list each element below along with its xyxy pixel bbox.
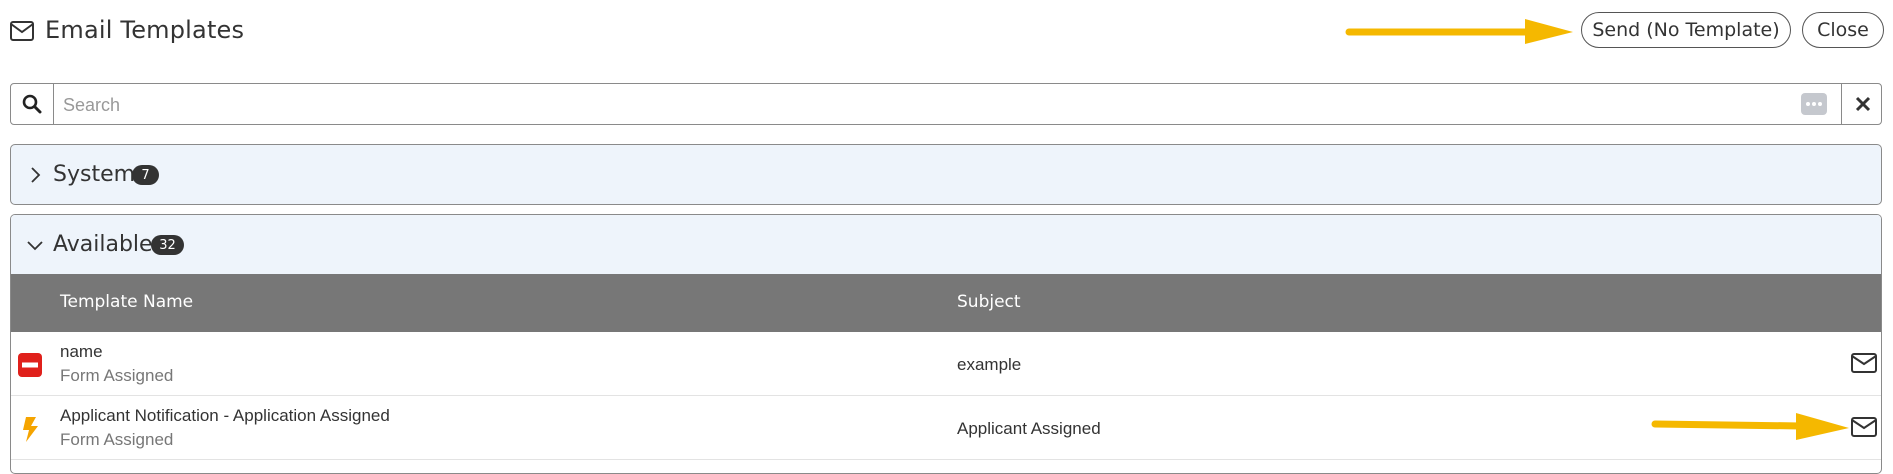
search-input[interactable]: [61, 84, 1795, 126]
section-available: Available 32 Template Name Subject name …: [10, 214, 1882, 474]
template-subject: example: [957, 355, 1022, 374]
send-no-template-button[interactable]: Send (No Template): [1581, 12, 1791, 48]
disabled-minus-icon: [18, 353, 42, 377]
template-name[interactable]: Applicant Notification - Application Ass…: [60, 406, 390, 426]
search-button[interactable]: [11, 84, 54, 124]
search-icon: [22, 94, 42, 114]
send-email-icon[interactable]: [1851, 417, 1877, 437]
page-title: Email Templates: [45, 16, 245, 44]
annotation-arrow-row: [1651, 413, 1849, 440]
more-options-button[interactable]: [1801, 93, 1827, 115]
template-name[interactable]: name: [60, 342, 103, 362]
section-header[interactable]: Available 32: [11, 215, 1881, 274]
table-row[interactable]: Applicant Notification - Application Ass…: [11, 396, 1881, 460]
section-label: System: [53, 162, 136, 187]
table-row[interactable]: name Form Assigned example: [11, 332, 1881, 396]
table-header: Template Name Subject: [11, 274, 1881, 332]
template-category: Form Assigned: [60, 430, 174, 449]
close-button[interactable]: Close: [1802, 12, 1884, 48]
count-badge: 32: [151, 235, 184, 255]
envelope-icon: [10, 21, 34, 41]
template-subject: Applicant Assigned: [957, 419, 1101, 438]
count-badge: 7: [132, 165, 159, 185]
annotation-arrow-top: [1345, 19, 1573, 44]
lightning-bolt-icon: [23, 417, 38, 442]
dialog-header: Email Templates Send (No Template) Close: [0, 0, 1893, 64]
section-label: Available: [53, 232, 153, 257]
search-bar: [10, 83, 1884, 126]
column-header-subject[interactable]: Subject: [957, 292, 1021, 312]
column-header-template-name[interactable]: Template Name: [60, 292, 193, 312]
clear-search-button[interactable]: [1841, 84, 1884, 124]
close-icon: [1855, 96, 1871, 112]
send-email-icon[interactable]: [1851, 353, 1877, 373]
chevron-right-icon: [31, 167, 41, 183]
section-system[interactable]: System 7: [10, 144, 1882, 205]
template-category: Form Assigned: [60, 366, 174, 385]
ellipsis-icon: [1806, 102, 1822, 106]
chevron-down-icon: [27, 241, 43, 251]
